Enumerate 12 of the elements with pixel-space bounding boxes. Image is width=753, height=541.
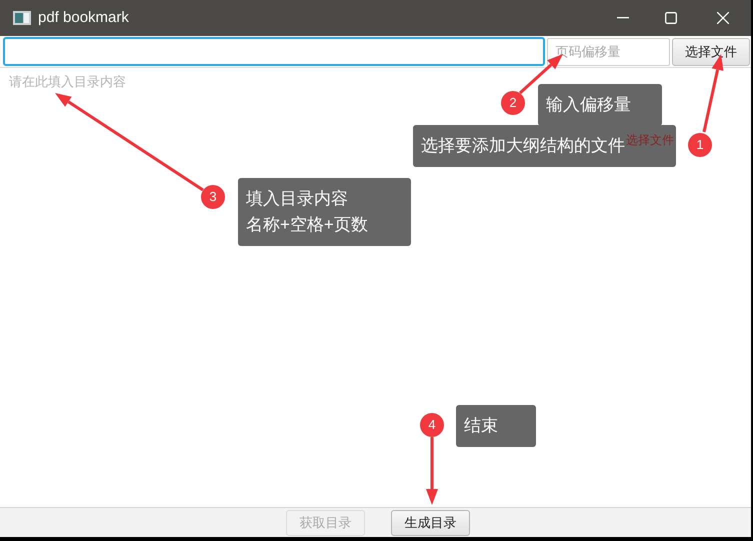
callout-text: 名称+空格+页数	[246, 214, 368, 236]
choose-file-button[interactable]: 选择文件	[672, 38, 750, 66]
callout-text: 输入偏移量	[546, 94, 631, 116]
callout-text: 选择要添加大纲结构的文件	[421, 135, 625, 157]
stray-label: 选择文件	[626, 132, 674, 148]
callout-text: 填入目录内容	[246, 188, 348, 210]
window-title: pdf bookmark	[38, 8, 129, 28]
footer-button[interactable]: 生成目录	[391, 510, 470, 536]
callout-text: 结束	[464, 415, 498, 437]
app-icon	[13, 11, 31, 25]
arrow	[426, 437, 438, 505]
path-field[interactable]	[3, 37, 546, 66]
